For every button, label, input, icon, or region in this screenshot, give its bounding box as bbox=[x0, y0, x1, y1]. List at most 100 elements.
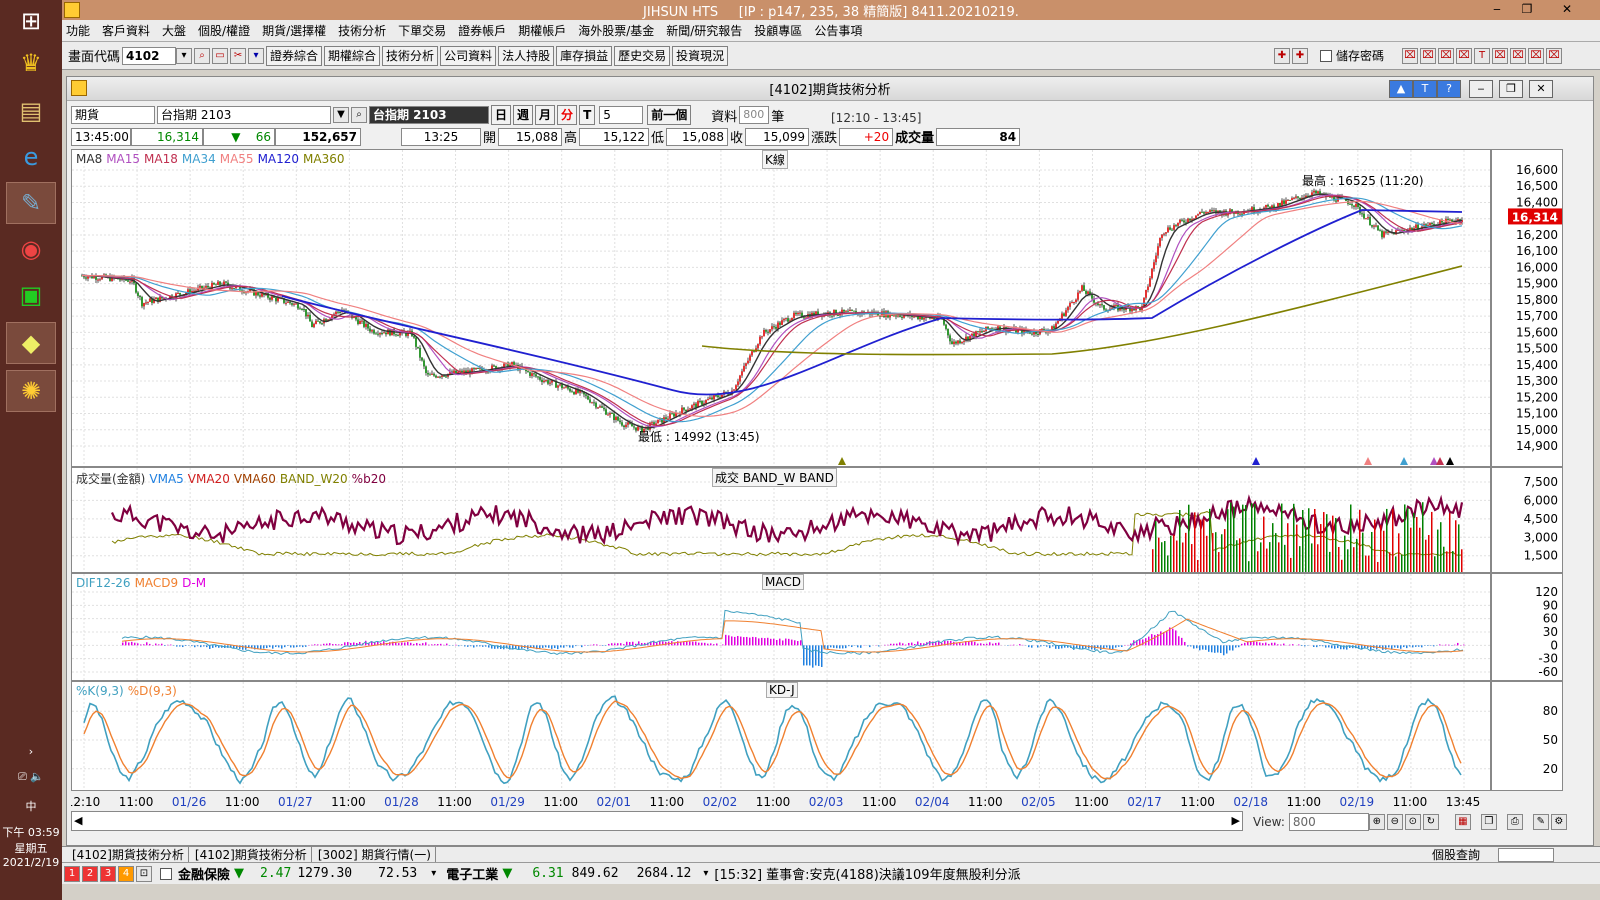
refresh-icon[interactable]: ↻ bbox=[1422, 814, 1439, 830]
symbol-search-icon[interactable]: ⌕ bbox=[351, 107, 367, 123]
ticker-4-icon[interactable]: 4 bbox=[118, 865, 134, 882]
toolbar-button-1[interactable]: 期權綜合 bbox=[324, 45, 381, 66]
lock-icon[interactable]: ⊡ bbox=[136, 865, 152, 882]
symbol-select[interactable]: 台指期 2103 bbox=[157, 106, 331, 124]
close-window-icon[interactable]: ✕ bbox=[1552, 2, 1582, 16]
settings-icon[interactable]: ⚙ bbox=[1550, 814, 1567, 830]
tool-icon-6[interactable]: ⌧ bbox=[1492, 47, 1508, 64]
menu-item-7[interactable]: 證券帳戶 bbox=[458, 22, 506, 39]
window-tab-2[interactable]: [3002] 期貨行情(一) bbox=[318, 846, 436, 863]
period-button-1[interactable]: 週 bbox=[513, 105, 534, 125]
period-button-0[interactable]: 日 bbox=[491, 105, 512, 125]
window-icon[interactable]: ▭ bbox=[212, 47, 229, 64]
menu-item-6[interactable]: 下單交易 bbox=[398, 22, 446, 39]
ticker-checkbox[interactable] bbox=[160, 867, 172, 880]
kline-chart[interactable]: MA8 MA15 MA18 MA34 MA55 MA120 MA360 K線 最高 : 16… bbox=[71, 149, 1491, 467]
ticker-1-icon[interactable]: 1 bbox=[64, 865, 80, 882]
search-icon[interactable]: ⌕ bbox=[194, 47, 211, 64]
symbol-dropdown-icon[interactable]: ▼ bbox=[333, 107, 349, 123]
zoom-reset-icon[interactable]: ⊙ bbox=[1404, 814, 1421, 830]
view-input[interactable]: 800 bbox=[1288, 813, 1369, 831]
scroll-left-icon[interactable]: ◀ bbox=[74, 814, 82, 827]
toolbar-button-3[interactable]: 公司資料 bbox=[440, 45, 497, 66]
news-headline[interactable]: [15:32] 董事會:安克(4188)決議109年度無股利分派 bbox=[714, 864, 1020, 883]
up-arrow-icon[interactable]: ▲ bbox=[1389, 80, 1413, 98]
volume-chart[interactable]: 成交量(金額) VMA5 VMA20 VMA60 BAND_W20 %b20 成交 BAN… bbox=[71, 467, 1491, 573]
paint-app-icon[interactable]: ✎ bbox=[6, 182, 56, 224]
minimize-window-icon[interactable]: ‒ bbox=[1482, 2, 1512, 16]
menu-item-4[interactable]: 期貨/選擇權 bbox=[262, 22, 326, 39]
restore-window-icon[interactable]: ❐ bbox=[1512, 2, 1542, 16]
taskbar-expand-icon[interactable]: › bbox=[0, 745, 62, 758]
tool-icon-2[interactable]: ⌧ bbox=[1420, 47, 1436, 64]
flag-icon-1[interactable]: ✚ bbox=[1274, 47, 1290, 64]
product-type-select[interactable]: 期貨 bbox=[71, 106, 155, 124]
code-dropdown-icon[interactable]: ▾ bbox=[176, 47, 193, 64]
line-app-icon[interactable]: ▣ bbox=[6, 274, 56, 316]
toolbar-button-0[interactable]: 證券綜合 bbox=[266, 45, 323, 66]
interval-select[interactable]: 5 bbox=[599, 106, 644, 124]
tool-icon-5[interactable]: T bbox=[1474, 47, 1490, 64]
data-count-input[interactable]: 800 bbox=[739, 106, 770, 124]
draw-icon[interactable]: ✎ bbox=[1532, 814, 1549, 830]
menu-dropdown-icon[interactable]: ▾ bbox=[248, 47, 265, 64]
ticker1-dropdown-icon[interactable]: ▾ bbox=[431, 868, 436, 879]
toolbar-button-2[interactable]: 技術分析 bbox=[382, 45, 439, 66]
clock-time[interactable]: 下午 03:59 bbox=[0, 824, 62, 840]
menu-item-3[interactable]: 個股/權證 bbox=[198, 22, 250, 39]
toolbar-button-4[interactable]: 法人持股 bbox=[498, 45, 555, 66]
ticker2-dropdown-icon[interactable]: ▾ bbox=[703, 868, 708, 879]
menu-item-0[interactable]: 功能 bbox=[66, 22, 90, 39]
toolbar-button-6[interactable]: 歷史交易 bbox=[614, 45, 671, 66]
menu-item-1[interactable]: 客戶資料 bbox=[102, 22, 150, 39]
toolbar-button-5[interactable]: 庫存損益 bbox=[556, 45, 613, 66]
tools-icon[interactable]: ✂ bbox=[230, 47, 247, 64]
panel-close-icon[interactable]: ✕ bbox=[1529, 80, 1553, 98]
save-password-checkbox[interactable] bbox=[1320, 49, 1332, 62]
ticker-2-icon[interactable]: 2 bbox=[82, 865, 98, 882]
clock-weekday[interactable]: 星期五 bbox=[0, 840, 62, 856]
menu-item-8[interactable]: 期權帳戶 bbox=[518, 22, 566, 39]
chart-scrollbar[interactable]: ◀ ▶ bbox=[71, 811, 1243, 831]
toolbar-button-7[interactable]: 投資現況 bbox=[672, 45, 729, 66]
period-button-3[interactable]: 分 bbox=[557, 105, 578, 125]
print-icon[interactable]: ⎙ bbox=[1506, 814, 1523, 830]
menu-item-5[interactable]: 技術分析 bbox=[338, 22, 386, 39]
ticker-3-icon[interactable]: 3 bbox=[100, 865, 116, 882]
menu-item-2[interactable]: 大盤 bbox=[162, 22, 186, 39]
internet-explorer-icon[interactable]: e bbox=[6, 136, 56, 178]
period-button-2[interactable]: 月 bbox=[535, 105, 556, 125]
windows-start-icon[interactable]: ⊞ bbox=[6, 0, 56, 42]
prev-button[interactable]: 前一個 bbox=[647, 105, 692, 125]
window-tab-0[interactable]: [4102]期貨技術分析 bbox=[72, 846, 189, 863]
stock-query-input[interactable] bbox=[1498, 847, 1554, 862]
clock-date[interactable]: 2021/2/19 bbox=[0, 856, 62, 869]
tool-icon-3[interactable]: ⌧ bbox=[1438, 47, 1454, 64]
zoom-in-icon[interactable]: ⊕ bbox=[1368, 814, 1385, 830]
panel-minimize-icon[interactable]: ‒ bbox=[1469, 80, 1493, 98]
indicator-icon[interactable]: ▦ bbox=[1454, 814, 1471, 830]
screen-code-input[interactable]: 4102 bbox=[122, 46, 177, 65]
network-volume-icons[interactable]: ⎚ 🔈 bbox=[0, 770, 62, 784]
menu-item-10[interactable]: 新聞/研究報告 bbox=[666, 22, 742, 39]
tool-icon-8[interactable]: ⌧ bbox=[1528, 47, 1544, 64]
flag-icon-2[interactable]: ✚ bbox=[1292, 47, 1308, 64]
chrome-icon[interactable]: ◉ bbox=[6, 228, 56, 270]
jihsun-app-icon[interactable]: ✺ bbox=[6, 370, 56, 412]
help-icon[interactable]: ? bbox=[1437, 80, 1461, 98]
kd-chart[interactable]: %K(9,3) %D(9,3) KD-J bbox=[71, 681, 1491, 791]
copy-icon[interactable]: ❐ bbox=[1480, 814, 1497, 830]
period-button-4[interactable]: T bbox=[579, 105, 596, 125]
macd-chart[interactable]: DIF12-26 MACD9 D-M MACD bbox=[71, 573, 1491, 681]
panel-restore-icon[interactable]: ❐ bbox=[1499, 80, 1523, 98]
menu-item-9[interactable]: 海外股票/基金 bbox=[578, 22, 654, 39]
crown-app-icon[interactable]: ♛ bbox=[6, 42, 56, 84]
tool-icon-1[interactable]: ⌧ bbox=[1402, 47, 1418, 64]
ime-indicator[interactable]: 中 bbox=[0, 798, 62, 814]
file-explorer-icon[interactable]: ▤ bbox=[6, 90, 56, 132]
scroll-right-icon[interactable]: ▶ bbox=[1232, 814, 1240, 827]
window-tab-1[interactable]: [4102]期貨技術分析 bbox=[195, 846, 312, 863]
tool-icon-7[interactable]: ⌧ bbox=[1510, 47, 1526, 64]
folder-app-icon[interactable]: ◆ bbox=[6, 322, 56, 364]
text-mode-icon[interactable]: T bbox=[1413, 80, 1437, 98]
